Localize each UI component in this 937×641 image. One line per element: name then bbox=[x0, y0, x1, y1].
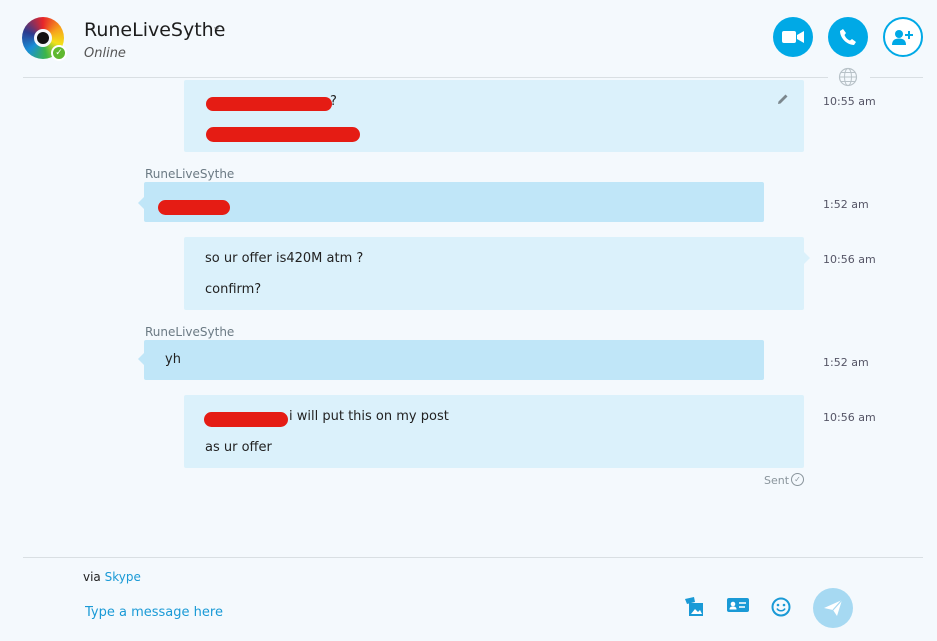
message-text: i will put this on my post bbox=[289, 409, 449, 424]
via-label: via Skype bbox=[83, 570, 141, 584]
message-text: yh bbox=[165, 352, 181, 367]
chevron-down-icon[interactable]: ⌄ bbox=[212, 20, 221, 33]
delivery-status: Sent bbox=[764, 474, 790, 487]
add-person-icon bbox=[892, 30, 913, 45]
image-icon bbox=[685, 597, 703, 616]
message-timestamp: 1:52 am bbox=[823, 356, 869, 369]
sender-name: RuneLiveSythe bbox=[145, 325, 235, 339]
composer-divider bbox=[23, 557, 923, 558]
online-presence-icon: ✓ bbox=[51, 45, 67, 61]
outgoing-message[interactable]: so ur offer is420M atm ? confirm? bbox=[184, 237, 804, 310]
redacted-text bbox=[206, 97, 332, 111]
incoming-message[interactable] bbox=[144, 182, 764, 222]
message-text: confirm? bbox=[205, 282, 262, 297]
header-divider bbox=[870, 77, 923, 78]
message-input[interactable] bbox=[85, 602, 645, 622]
header-divider bbox=[23, 77, 828, 78]
via-prefix: via bbox=[83, 570, 101, 584]
contact-status: Online bbox=[84, 46, 126, 61]
globe-icon[interactable] bbox=[838, 67, 858, 87]
incoming-message[interactable]: yh bbox=[144, 340, 764, 380]
send-image-button[interactable] bbox=[683, 596, 709, 620]
outgoing-message[interactable]: i will put this on my post as ur offer bbox=[184, 395, 804, 468]
sent-check-icon: ✓ bbox=[791, 473, 804, 486]
via-skype-link[interactable]: Skype bbox=[105, 570, 141, 584]
message-text: as ur offer bbox=[205, 440, 272, 455]
sender-name: RuneLiveSythe bbox=[145, 167, 235, 181]
video-call-button[interactable] bbox=[773, 17, 813, 57]
redacted-text bbox=[158, 200, 230, 215]
send-button[interactable] bbox=[813, 588, 853, 628]
emoticons-button[interactable] bbox=[770, 596, 796, 620]
message-text: so ur offer is420M atm ? bbox=[205, 251, 364, 266]
smiley-icon bbox=[771, 597, 791, 617]
voice-call-button[interactable] bbox=[828, 17, 868, 57]
pencil-icon[interactable] bbox=[777, 93, 789, 105]
contact-name[interactable]: RuneLiveSythe bbox=[84, 19, 225, 41]
message-timestamp: 10:56 am bbox=[823, 253, 876, 266]
send-contact-button[interactable] bbox=[726, 596, 752, 620]
phone-icon bbox=[840, 29, 856, 45]
message-text: ? bbox=[330, 94, 337, 109]
video-camera-icon bbox=[782, 31, 804, 43]
message-timestamp: 10:55 am bbox=[823, 95, 876, 108]
contact-card-icon bbox=[727, 598, 749, 612]
add-people-button[interactable] bbox=[883, 17, 923, 57]
bubble-tail bbox=[804, 252, 810, 264]
message-timestamp: 1:52 am bbox=[823, 198, 869, 211]
redacted-text bbox=[206, 127, 360, 142]
redacted-text bbox=[204, 412, 288, 427]
message-timestamp: 10:56 am bbox=[823, 411, 876, 424]
outgoing-message[interactable]: ? bbox=[184, 80, 804, 152]
send-icon bbox=[824, 599, 843, 616]
